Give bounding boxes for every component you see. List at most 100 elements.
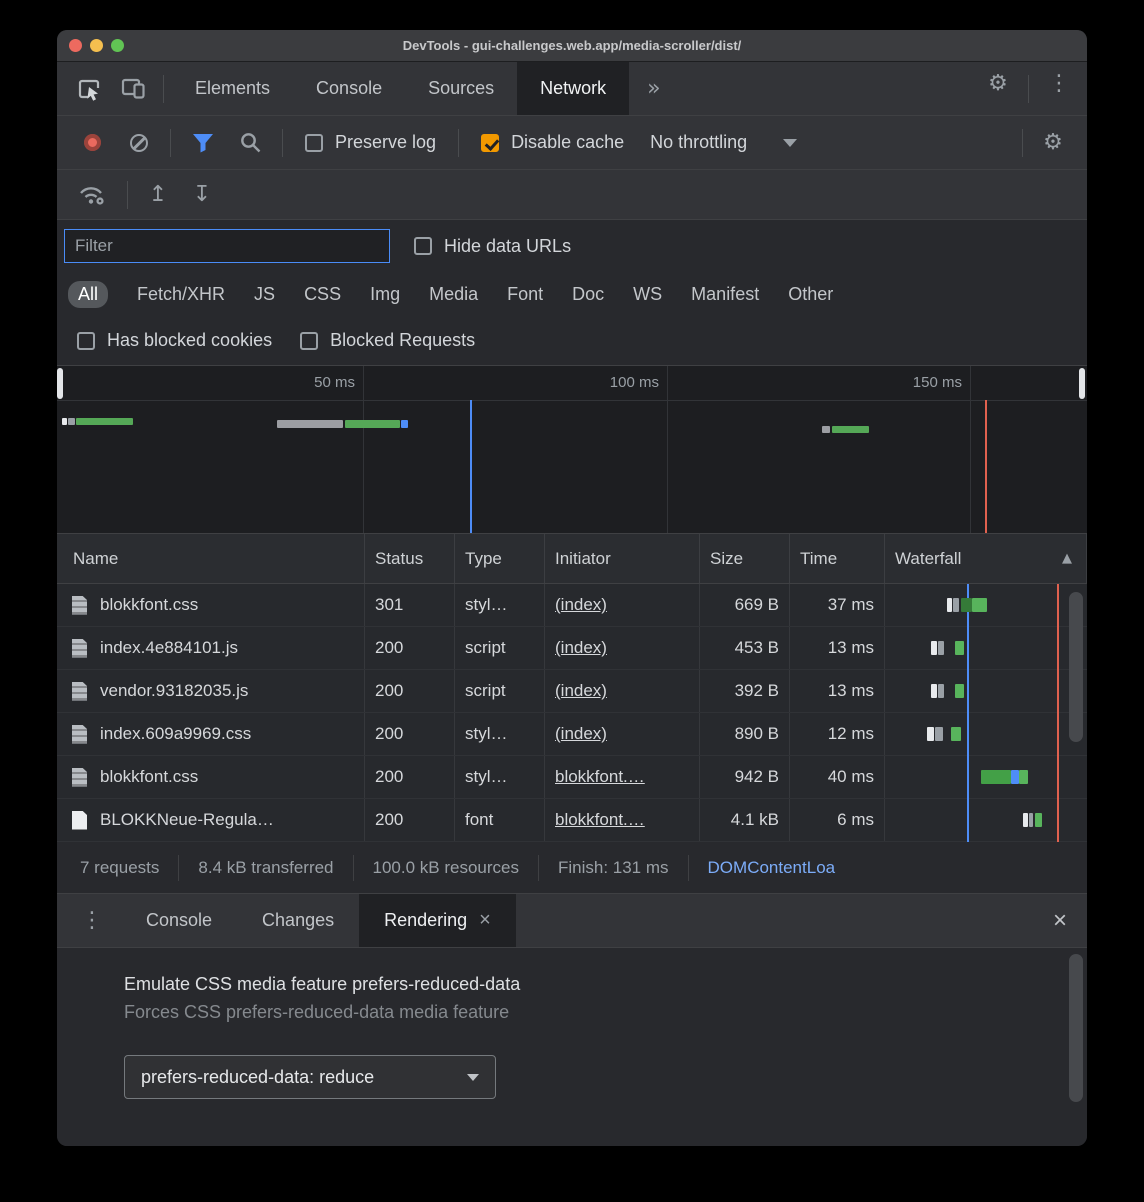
initiator-link[interactable]: blokkfont.… xyxy=(555,810,645,830)
divider xyxy=(282,129,283,157)
rendering-panel: Emulate CSS media feature prefers-reduce… xyxy=(57,948,1087,1146)
filter-input[interactable] xyxy=(64,229,390,263)
request-row[interactable]: vendor.93182035.js 200 script (index) 39… xyxy=(57,670,1087,713)
cell-type: script xyxy=(455,670,545,712)
filter-toggle-icon[interactable] xyxy=(191,133,215,153)
drawer-tab-console[interactable]: Console xyxy=(121,894,237,947)
cell-time: 6 ms xyxy=(790,799,885,841)
cell-name: blokkfont.css xyxy=(57,756,365,798)
prefers-reduced-data-select[interactable]: prefers-reduced-data: reduce xyxy=(124,1055,496,1099)
tab-sources[interactable]: Sources xyxy=(405,62,517,115)
filter-chip-ws[interactable]: WS xyxy=(633,284,662,305)
divider xyxy=(127,181,128,209)
hide-data-urls-checkbox[interactable]: Hide data URLs xyxy=(414,236,571,257)
filter-chip-css[interactable]: CSS xyxy=(304,284,341,305)
column-header-initiator[interactable]: Initiator xyxy=(545,534,700,583)
drawer-tab-rendering[interactable]: Rendering × xyxy=(359,894,516,947)
cell-type: styl… xyxy=(455,713,545,755)
stylesheet-file-icon xyxy=(72,596,87,615)
initiator-link[interactable]: (index) xyxy=(555,595,607,615)
initiator-link[interactable]: blokkfont.… xyxy=(555,767,645,787)
has-blocked-cookies-checkbox[interactable]: Has blocked cookies xyxy=(77,330,272,351)
request-row[interactable]: blokkfont.css 301 styl… (index) 669 B 37… xyxy=(57,584,1087,627)
filter-chip-manifest[interactable]: Manifest xyxy=(691,284,759,305)
main-menu-icon[interactable]: ⋮ xyxy=(1037,62,1081,104)
settings-icon[interactable]: ⚙ xyxy=(976,62,1020,104)
search-icon[interactable] xyxy=(239,131,262,154)
drawer-tab-changes[interactable]: Changes xyxy=(237,894,359,947)
filter-chip-other[interactable]: Other xyxy=(788,284,833,305)
tab-elements[interactable]: Elements xyxy=(172,62,293,115)
zoom-window-button[interactable] xyxy=(111,39,124,52)
cell-name: index.609a9969.css xyxy=(57,713,365,755)
cell-name: blokkfont.css xyxy=(57,584,365,626)
cell-status: 200 xyxy=(365,713,455,755)
more-tabs-icon[interactable]: » xyxy=(629,62,678,115)
blocked-requests-checkbox[interactable]: Blocked Requests xyxy=(300,330,475,351)
export-har-icon[interactable]: ↧ xyxy=(180,174,224,216)
cell-status: 200 xyxy=(365,670,455,712)
request-row[interactable]: index.609a9969.css 200 styl… (index) 890… xyxy=(57,713,1087,756)
screen-background: DevTools - gui-challenges.web.app/media-… xyxy=(0,0,1144,1202)
cell-size: 942 B xyxy=(700,756,790,798)
disable-cache-checkbox[interactable]: Disable cache xyxy=(481,132,624,153)
column-header-type[interactable]: Type xyxy=(455,534,545,583)
table-scrollbar-thumb[interactable] xyxy=(1069,592,1083,742)
drawer-scrollbar-thumb[interactable] xyxy=(1069,954,1083,1102)
filter-chip-font[interactable]: Font xyxy=(507,284,543,305)
close-drawer-icon[interactable]: × xyxy=(1033,894,1087,947)
cell-size: 4.1 kB xyxy=(700,799,790,841)
rendering-option-subtitle: Forces CSS prefers-reduced-data media fe… xyxy=(124,1002,997,1023)
stylesheet-file-icon xyxy=(72,725,87,744)
tab-network[interactable]: Network xyxy=(517,62,629,115)
column-header-status[interactable]: Status xyxy=(365,534,455,583)
column-header-size[interactable]: Size xyxy=(700,534,790,583)
checkbox-box xyxy=(77,332,95,350)
cell-initiator: (index) xyxy=(545,713,700,755)
checkbox-box xyxy=(305,134,323,152)
device-toolbar-icon[interactable] xyxy=(111,68,155,110)
overview-left-handle[interactable] xyxy=(57,368,63,399)
inspect-element-icon[interactable] xyxy=(67,68,111,110)
tab-console[interactable]: Console xyxy=(293,62,405,115)
preserve-log-checkbox[interactable]: Preserve log xyxy=(305,132,436,153)
request-row[interactable]: blokkfont.css 200 styl… blokkfont.… 942 … xyxy=(57,756,1087,799)
initiator-link[interactable]: (index) xyxy=(555,681,607,701)
throttling-dropdown[interactable]: No throttling xyxy=(650,132,797,153)
column-header-name[interactable]: Name xyxy=(57,534,365,583)
cell-status: 301 xyxy=(365,584,455,626)
summary-resources: 100.0 kB resources xyxy=(354,855,539,881)
cell-time: 13 ms xyxy=(790,670,885,712)
column-header-waterfall[interactable]: Waterfall ▲ xyxy=(885,534,1087,583)
initiator-link[interactable]: (index) xyxy=(555,638,607,658)
filter-chip-doc[interactable]: Doc xyxy=(572,284,604,305)
drawer-menu-icon[interactable]: ⋮ xyxy=(57,894,121,947)
import-har-icon[interactable]: ↥ xyxy=(136,174,180,216)
record-network-log-icon[interactable] xyxy=(84,134,101,151)
overview-right-handle[interactable] xyxy=(1079,368,1085,399)
network-settings-icon[interactable]: ⚙ xyxy=(1031,122,1075,164)
request-row[interactable]: BLOKKNeue-Regula… 200 font blokkfont.… 4… xyxy=(57,799,1087,842)
cell-initiator: (index) xyxy=(545,670,700,712)
minimize-window-button[interactable] xyxy=(90,39,103,52)
divider xyxy=(458,129,459,157)
divider xyxy=(1022,129,1023,157)
script-file-icon xyxy=(72,639,87,658)
column-header-time[interactable]: Time xyxy=(790,534,885,583)
filter-chip-fetch-xhr[interactable]: Fetch/XHR xyxy=(137,284,225,305)
filter-chip-img[interactable]: Img xyxy=(370,284,400,305)
filter-chip-media[interactable]: Media xyxy=(429,284,478,305)
filter-chip-all[interactable]: All xyxy=(68,281,108,308)
request-row[interactable]: index.4e884101.js 200 script (index) 453… xyxy=(57,627,1087,670)
cell-time: 40 ms xyxy=(790,756,885,798)
cell-size: 392 B xyxy=(700,670,790,712)
clear-network-log-icon[interactable] xyxy=(130,134,148,152)
close-tab-icon[interactable]: × xyxy=(479,909,491,932)
close-window-button[interactable] xyxy=(69,39,82,52)
cell-status: 200 xyxy=(365,627,455,669)
network-conditions-icon[interactable] xyxy=(77,183,107,207)
network-overview[interactable]: 50 ms100 ms150 ms xyxy=(57,366,1087,534)
cell-initiator: (index) xyxy=(545,627,700,669)
filter-chip-js[interactable]: JS xyxy=(254,284,275,305)
initiator-link[interactable]: (index) xyxy=(555,724,607,744)
